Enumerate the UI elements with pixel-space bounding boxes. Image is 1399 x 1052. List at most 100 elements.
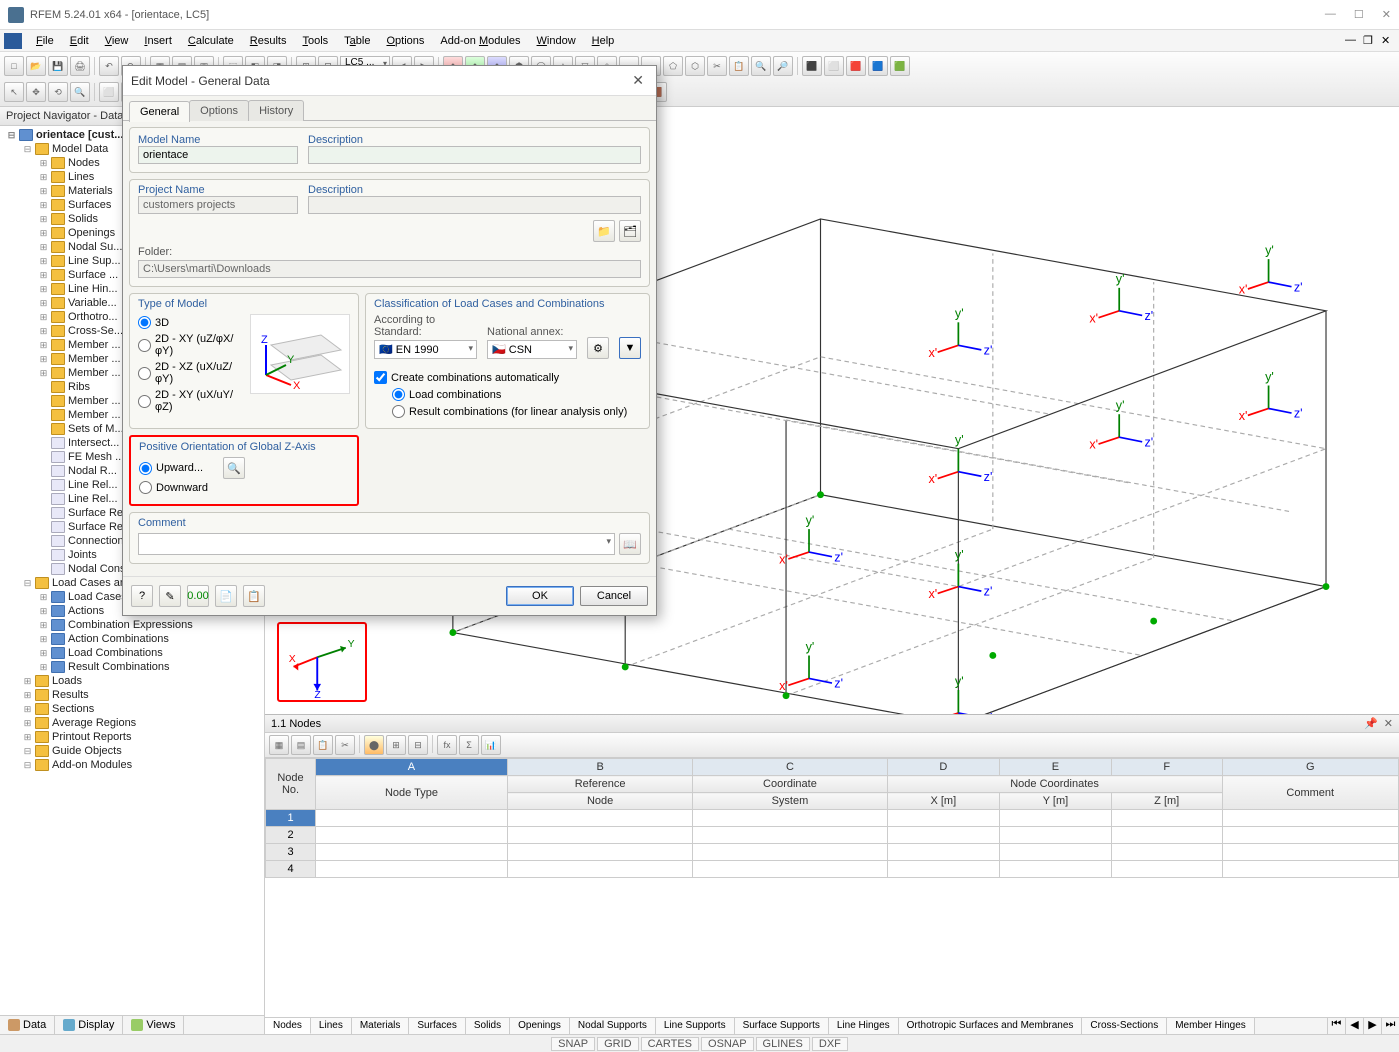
tree-item[interactable]: ⊞Average Regions (0, 716, 264, 730)
menu-file[interactable]: File (28, 33, 62, 49)
dlg-units-icon[interactable]: 0.00 (187, 585, 209, 607)
col-header-node-type[interactable]: Node Type (316, 776, 508, 810)
status-snap[interactable]: SNAP (551, 1037, 595, 1051)
col-letter-a[interactable]: A (316, 759, 508, 776)
model-description-input[interactable] (308, 146, 641, 164)
tb-undo-icon[interactable]: ↶ (99, 56, 119, 76)
table-cell[interactable] (1111, 844, 1222, 861)
table-cell[interactable] (693, 861, 887, 878)
table-cell[interactable] (316, 827, 508, 844)
dlg-tab-history[interactable]: History (248, 100, 304, 121)
menu-options[interactable]: Options (378, 33, 432, 49)
table-tab[interactable]: Surface Supports (735, 1018, 829, 1034)
table-cell[interactable] (1222, 844, 1398, 861)
tb-btn[interactable]: 🔎 (773, 56, 793, 76)
dlg-tab-general[interactable]: General (129, 101, 190, 122)
table-tab[interactable]: Openings (510, 1018, 570, 1034)
table-cell[interactable] (1000, 827, 1112, 844)
tb-btn[interactable]: 🔍 (751, 56, 771, 76)
table-cell[interactable] (887, 827, 999, 844)
cancel-button[interactable]: Cancel (580, 586, 648, 606)
tree-item[interactable]: ⊞Load Combinations (0, 646, 264, 660)
tree-item[interactable]: ⊞Printout Reports (0, 730, 264, 744)
col-letter-f[interactable]: F (1111, 759, 1222, 776)
table-tab[interactable]: Nodal Supports (570, 1018, 656, 1034)
table-row-num[interactable]: 3 (266, 844, 316, 861)
menu-window[interactable]: Window (529, 33, 584, 49)
tab-nav-next[interactable]: ▶ (1363, 1018, 1381, 1034)
tb-btn[interactable]: 🟦 (868, 56, 888, 76)
dialog-close-icon[interactable]: ✕ (628, 72, 648, 89)
menu-calculate[interactable]: Calculate (180, 33, 242, 49)
mdi-minimize-icon[interactable]: — (1345, 34, 1359, 48)
radio-2d-xz[interactable]: 2D - XZ (uX/uZ/φY) (138, 359, 244, 387)
radio-load-combinations[interactable]: Load combinations (374, 386, 641, 403)
table-grid[interactable]: Node No. A B C D E F G Node Type Referen… (265, 758, 1399, 1017)
radio-upward[interactable]: Upward... (139, 460, 203, 477)
tree-item[interactable]: ⊞Sections (0, 702, 264, 716)
table-tab[interactable]: Surfaces (409, 1018, 465, 1034)
menu-insert[interactable]: Insert (136, 33, 180, 49)
tb-btn[interactable]: 🟥 (846, 56, 866, 76)
nav-tab-views[interactable]: Views (123, 1016, 184, 1034)
table-tab[interactable]: Lines (311, 1018, 352, 1034)
table-row-num[interactable]: 4 (266, 861, 316, 878)
col-header-z[interactable]: Z [m] (1111, 793, 1222, 810)
status-glines[interactable]: GLINES (756, 1037, 810, 1051)
close-button[interactable]: ✕ (1382, 8, 1391, 21)
col-letter-b[interactable]: B (507, 759, 692, 776)
comment-library-icon[interactable]: 📖 (619, 533, 641, 555)
tbl-btn[interactable]: ▦ (269, 735, 289, 755)
table-cell[interactable] (887, 844, 999, 861)
col-letter-d[interactable]: D (887, 759, 999, 776)
radio-3d[interactable]: 3D (138, 314, 244, 331)
col-letter-e[interactable]: E (1000, 759, 1112, 776)
mdi-close-icon[interactable]: ✕ (1381, 34, 1395, 48)
tbl-btn[interactable]: ⊟ (408, 735, 428, 755)
menu-addons[interactable]: Add-on Modules (432, 33, 528, 49)
status-osnap[interactable]: OSNAP (701, 1037, 754, 1051)
col-header-ref[interactable]: Reference (507, 776, 692, 793)
tab-nav-last[interactable]: ⏭ (1381, 1018, 1399, 1034)
col-letter-g[interactable]: G (1222, 759, 1398, 776)
table-cell[interactable] (316, 861, 508, 878)
table-cell[interactable] (507, 861, 692, 878)
tree-item[interactable]: ⊞Result Combinations (0, 660, 264, 674)
col-header-x[interactable]: X [m] (887, 793, 999, 810)
col-letter-c[interactable]: C (693, 759, 887, 776)
table-tab[interactable]: Solids (466, 1018, 510, 1034)
tb-btn[interactable]: ⬡ (685, 56, 705, 76)
tree-item[interactable]: ⊟Add-on Modules (0, 758, 264, 772)
dlg-report-icon[interactable]: 📋 (243, 585, 265, 607)
tb-new-icon[interactable]: □ (4, 56, 24, 76)
tree-item[interactable]: ⊞Combination Expressions (0, 618, 264, 632)
table-cell[interactable] (887, 810, 999, 827)
tb-btn[interactable]: 🟩 (890, 56, 910, 76)
tbl-btn[interactable]: ⊞ (386, 735, 406, 755)
tb-btn[interactable]: 🔍 (70, 82, 90, 102)
tbl-btn[interactable]: ⬤ (364, 735, 384, 755)
minimize-button[interactable]: — (1325, 8, 1336, 21)
dlg-help-icon[interactable]: ? (131, 585, 153, 607)
table-cell[interactable] (887, 861, 999, 878)
table-cell[interactable] (1111, 810, 1222, 827)
tb-btn[interactable]: ⟲ (48, 82, 68, 102)
table-cell[interactable] (693, 844, 887, 861)
table-cell[interactable] (1111, 861, 1222, 878)
table-tab[interactable]: Nodes (265, 1018, 311, 1034)
radio-result-combinations[interactable]: Result combinations (for linear analysis… (374, 403, 641, 420)
col-header-node-coords[interactable]: Node Coordinates (887, 776, 1222, 793)
table-cell[interactable] (507, 810, 692, 827)
tbl-btn[interactable]: 📋 (313, 735, 333, 755)
annex-combo[interactable]: 🇨🇿 CSN (487, 340, 577, 359)
status-grid[interactable]: GRID (597, 1037, 639, 1051)
tbl-btn[interactable]: ✂ (335, 735, 355, 755)
maximize-button[interactable]: ☐ (1354, 8, 1364, 21)
status-cartes[interactable]: CARTES (641, 1037, 699, 1051)
menu-help[interactable]: Help (584, 33, 623, 49)
dlg-tab-options[interactable]: Options (189, 100, 249, 121)
tree-item[interactable]: ⊞Action Combinations (0, 632, 264, 646)
table-cell[interactable] (1111, 827, 1222, 844)
table-cell[interactable] (1000, 861, 1112, 878)
tb-save-icon[interactable]: 💾 (48, 56, 68, 76)
